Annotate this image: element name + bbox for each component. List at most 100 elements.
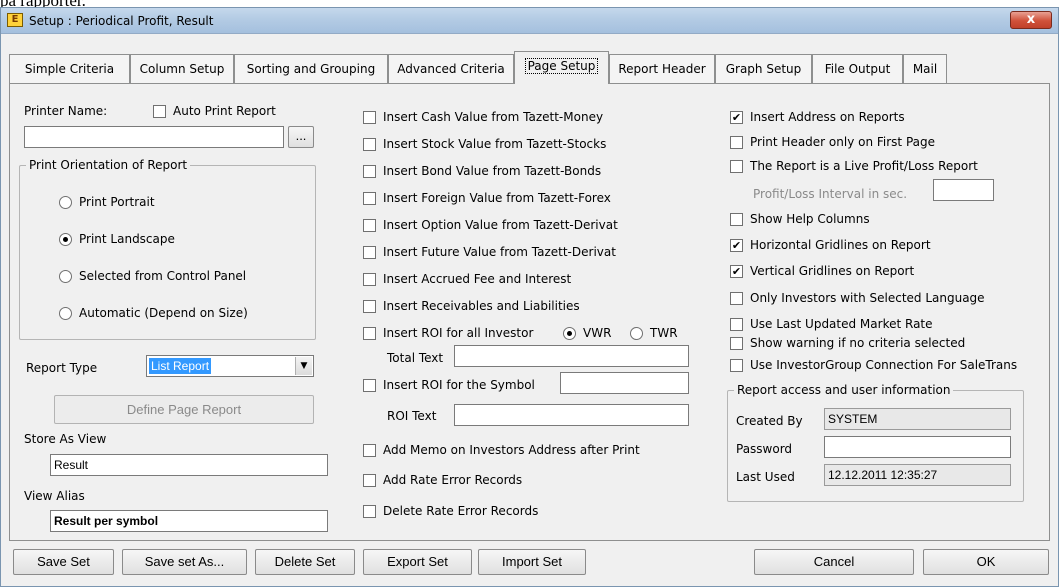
tab-mail[interactable]: Mail <box>903 54 947 83</box>
insert-future-value-checkbox[interactable]: Insert Future Value from Tazett-Derivat <box>363 244 683 260</box>
insert-roi-all-box[interactable] <box>363 327 376 340</box>
add-memo-box[interactable] <box>363 444 376 457</box>
report-type-label: Report Type <box>26 361 98 375</box>
define-page-report-button[interactable]: Define Page Report <box>54 395 314 424</box>
insert-future-value-box[interactable] <box>363 246 376 259</box>
insert-accrued-fee-checkbox[interactable]: Insert Accrued Fee and Interest <box>363 271 683 287</box>
radio-control-panel-dot[interactable] <box>59 270 72 283</box>
insert-address-box[interactable] <box>730 111 743 124</box>
radio-twr[interactable]: TWR <box>630 325 690 341</box>
printer-name-input[interactable] <box>24 126 284 148</box>
insert-accrued-fee-box[interactable] <box>363 273 376 286</box>
horizontal-gridlines-checkbox[interactable]: Horizontal Gridlines on Report <box>730 237 1030 253</box>
export-set-button[interactable]: Export Set <box>363 549 472 575</box>
window-title: Setup : Periodical Profit, Result <box>29 14 214 28</box>
radio-control-panel[interactable]: Selected from Control Panel <box>59 268 299 284</box>
insert-stock-value-box[interactable] <box>363 138 376 151</box>
print-header-first-page-checkbox[interactable]: Print Header only on First Page <box>730 134 1030 150</box>
insert-roi-all-checkbox[interactable]: Insert ROI for all Investor <box>363 325 553 341</box>
roi-symbol-input[interactable] <box>560 372 689 394</box>
investorgroup-connection-checkbox[interactable]: Use InvestorGroup Connection For SaleTra… <box>730 357 1050 373</box>
last-updated-market-rate-box[interactable] <box>730 318 743 331</box>
printer-name-label: Printer Name: <box>24 104 108 118</box>
view-alias-input[interactable]: Result per symbol <box>50 510 328 532</box>
chevron-down-icon[interactable]: ▼ <box>295 357 312 375</box>
last-updated-market-rate-checkbox[interactable]: Use Last Updated Market Rate <box>730 316 1030 332</box>
tab-graph-setup[interactable]: Graph Setup <box>715 54 812 83</box>
vertical-gridlines-checkbox[interactable]: Vertical Gridlines on Report <box>730 263 1030 279</box>
radio-print-portrait[interactable]: Print Portrait <box>59 194 259 210</box>
insert-cash-value-checkbox[interactable]: Insert Cash Value from Tazett-Money <box>363 109 683 125</box>
tab-simple-criteria[interactable]: Simple Criteria <box>9 54 130 83</box>
tab-file-output[interactable]: File Output <box>812 54 903 83</box>
radio-print-landscape[interactable]: Print Landscape <box>59 231 259 247</box>
tab-advanced-criteria[interactable]: Advanced Criteria <box>388 54 514 83</box>
import-set-button[interactable]: Import Set <box>478 549 586 575</box>
tab-sorting-and-grouping[interactable]: Sorting and Grouping <box>234 54 388 83</box>
radio-vwr-dot[interactable] <box>563 327 576 340</box>
insert-bond-value-box[interactable] <box>363 165 376 178</box>
show-warning-checkbox[interactable]: Show warning if no criteria selected <box>730 335 1030 351</box>
radio-twr-dot[interactable] <box>630 327 643 340</box>
delete-set-button[interactable]: Delete Set <box>255 549 355 575</box>
print-header-first-page-box[interactable] <box>730 136 743 149</box>
radio-vwr[interactable]: VWR <box>563 325 623 341</box>
show-warning-box[interactable] <box>730 337 743 350</box>
horizontal-gridlines-box[interactable] <box>730 239 743 252</box>
vertical-gridlines-box[interactable] <box>730 265 743 278</box>
save-set-as-button[interactable]: Save set As... <box>122 549 247 575</box>
tab-report-header[interactable]: Report Header <box>609 54 715 83</box>
auto-print-box[interactable] <box>153 105 166 118</box>
radio-print-portrait-dot[interactable] <box>59 196 72 209</box>
roi-text-input[interactable] <box>454 404 689 426</box>
ok-button[interactable]: OK <box>923 549 1049 575</box>
insert-bond-value-checkbox[interactable]: Insert Bond Value from Tazett-Bonds <box>363 163 683 179</box>
only-selected-language-checkbox[interactable]: Only Investors with Selected Language <box>730 290 1040 306</box>
password-label: Password <box>736 442 793 456</box>
report-type-select[interactable]: List Report ▼ <box>146 355 314 377</box>
add-rate-error-box[interactable] <box>363 474 376 487</box>
cancel-button[interactable]: Cancel <box>754 549 914 575</box>
live-profit-loss-checkbox[interactable]: The Report is a Live Profit/Loss Report <box>730 158 1040 174</box>
save-set-button[interactable]: Save Set <box>13 549 114 575</box>
insert-stock-value-checkbox[interactable]: Insert Stock Value from Tazett-Stocks <box>363 136 683 152</box>
interval-input[interactable] <box>933 179 994 201</box>
only-selected-language-box[interactable] <box>730 292 743 305</box>
roi-text-label: ROI Text <box>387 409 437 423</box>
investorgroup-connection-box[interactable] <box>730 359 743 372</box>
show-help-columns-checkbox[interactable]: Show Help Columns <box>730 211 1030 227</box>
close-button[interactable]: x <box>1010 11 1052 29</box>
radio-automatic[interactable]: Automatic (Depend on Size) <box>59 305 299 321</box>
last-used-label: Last Used <box>736 470 795 484</box>
tab-column-setup[interactable]: Column Setup <box>130 54 234 83</box>
store-as-view-label: Store As View <box>24 432 107 446</box>
insert-option-value-checkbox[interactable]: Insert Option Value from Tazett-Derivat <box>363 217 683 233</box>
store-as-view-input[interactable]: Result <box>50 454 328 476</box>
radio-print-landscape-dot[interactable] <box>59 233 72 246</box>
insert-roi-symbol-checkbox[interactable]: Insert ROI for the Symbol <box>363 377 553 393</box>
insert-address-checkbox[interactable]: Insert Address on Reports <box>730 109 1030 125</box>
insert-roi-symbol-box[interactable] <box>363 379 376 392</box>
password-input[interactable] <box>824 436 1011 458</box>
insert-receivables-checkbox[interactable]: Insert Receivables and Liabilities <box>363 298 683 314</box>
show-help-columns-box[interactable] <box>730 213 743 226</box>
delete-rate-error-checkbox[interactable]: Delete Rate Error Records <box>363 503 683 519</box>
insert-receivables-box[interactable] <box>363 300 376 313</box>
total-text-input[interactable] <box>454 345 689 367</box>
insert-option-value-box[interactable] <box>363 219 376 232</box>
created-by-label: Created By <box>736 414 803 428</box>
app-icon: E <box>7 13 23 27</box>
title-bar[interactable]: E Setup : Periodical Profit, Result x <box>1 8 1058 34</box>
add-rate-error-checkbox[interactable]: Add Rate Error Records <box>363 472 683 488</box>
insert-foreign-value-box[interactable] <box>363 192 376 205</box>
auto-print-checkbox[interactable]: Auto Print Report <box>153 103 303 119</box>
tab-page-setup[interactable]: Page Setup <box>514 51 609 84</box>
add-memo-checkbox[interactable]: Add Memo on Investors Address after Prin… <box>363 442 683 458</box>
setup-window: E Setup : Periodical Profit, Result x Si… <box>0 7 1059 587</box>
delete-rate-error-box[interactable] <box>363 505 376 518</box>
radio-automatic-dot[interactable] <box>59 307 72 320</box>
insert-cash-value-box[interactable] <box>363 111 376 124</box>
live-profit-loss-box[interactable] <box>730 160 743 173</box>
insert-foreign-value-checkbox[interactable]: Insert Foreign Value from Tazett-Forex <box>363 190 683 206</box>
browse-printer-button[interactable]: ... <box>288 126 314 148</box>
